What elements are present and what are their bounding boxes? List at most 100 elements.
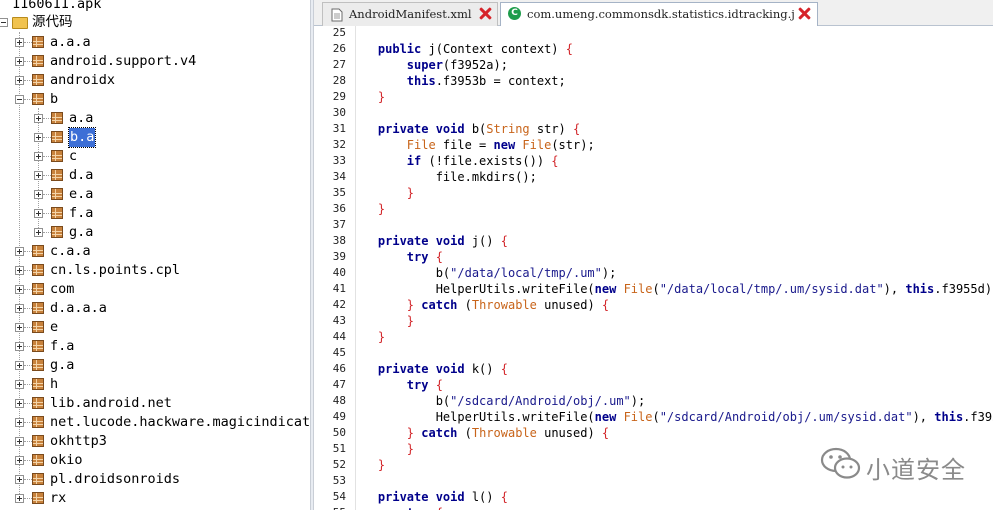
package-icon — [32, 321, 44, 333]
code-line[interactable]: } — [349, 441, 414, 457]
wechat-icon — [820, 447, 861, 479]
expand-toggle[interactable] — [15, 494, 24, 503]
close-tab-icon[interactable] — [798, 7, 811, 20]
expand-toggle[interactable] — [34, 228, 43, 237]
line-number: 50 — [332, 426, 346, 439]
code-line[interactable]: } — [349, 457, 385, 473]
line-number: 37 — [332, 218, 346, 231]
expand-toggle[interactable] — [15, 399, 24, 408]
code-line[interactable]: File file = new File(str); — [349, 137, 595, 153]
package-label: rx — [50, 490, 67, 506]
package-icon — [51, 150, 63, 162]
tree-connector — [24, 308, 32, 309]
code-line[interactable]: private void l() { — [349, 489, 508, 505]
code-line[interactable]: HelperUtils.writeFile(new File("/sdcard/… — [349, 409, 993, 425]
code-line[interactable]: b("/sdcard/Android/obj/.um"); — [349, 393, 646, 409]
code-line[interactable]: HelperUtils.writeFile(new File("/data/lo… — [349, 281, 993, 297]
watermark-text: 小道安全 — [866, 456, 966, 484]
expand-toggle[interactable] — [15, 380, 24, 389]
line-number: 49 — [332, 410, 346, 423]
expand-toggle[interactable] — [15, 456, 24, 465]
package-icon — [32, 378, 44, 390]
expand-toggle[interactable] — [15, 361, 24, 370]
package-label: okio — [50, 452, 83, 468]
expand-toggle[interactable] — [15, 247, 24, 256]
expand-toggle[interactable] — [15, 76, 24, 85]
code-line[interactable]: } — [349, 89, 385, 105]
tab-label: com.umeng.commonsdk.statistics.idtrackin… — [527, 7, 795, 21]
expand-toggle[interactable] — [34, 114, 43, 123]
package-label: f.a — [69, 205, 94, 221]
package-label: b.a — [67, 127, 97, 148]
file-icon — [331, 8, 343, 22]
tree-connector — [24, 99, 32, 100]
code-line[interactable]: private void k() { — [349, 361, 508, 377]
package-icon — [51, 131, 63, 143]
expand-toggle[interactable] — [34, 209, 43, 218]
expand-toggle[interactable] — [34, 171, 43, 180]
line-number: 39 — [332, 250, 346, 263]
code-line[interactable]: } — [349, 185, 414, 201]
code-line[interactable]: try { — [349, 505, 443, 510]
line-number: 51 — [332, 442, 346, 455]
expand-toggle[interactable] — [15, 304, 24, 313]
package-label: g.a — [50, 357, 75, 373]
code-line[interactable]: private void b(String str) { — [349, 121, 580, 137]
expand-toggle[interactable] — [34, 133, 43, 142]
expand-toggle[interactable] — [15, 437, 24, 446]
line-number: 53 — [332, 474, 346, 487]
pane-splitter[interactable] — [310, 0, 314, 510]
code-line[interactable]: this.f3953b = context; — [349, 73, 566, 89]
collapse-toggle[interactable] — [15, 95, 24, 104]
code-line[interactable]: b("/data/local/tmp/.um"); — [349, 265, 617, 281]
tree-connector — [24, 460, 32, 461]
package-label: e.a — [69, 186, 94, 202]
code-line[interactable]: } — [349, 313, 414, 329]
package-label: d.a.a.a — [50, 300, 107, 316]
package-label: androidx — [50, 72, 116, 88]
package-icon — [51, 207, 63, 219]
line-number: 34 — [332, 170, 346, 183]
line-number: 47 — [332, 378, 346, 391]
code-line[interactable]: try { — [349, 249, 443, 265]
line-number: 44 — [332, 330, 346, 343]
code-line[interactable]: } — [349, 201, 385, 217]
expand-toggle[interactable] — [15, 418, 24, 427]
expand-toggle[interactable] — [34, 190, 43, 199]
code-line[interactable]: } catch (Throwable unused) { — [349, 425, 609, 441]
expand-toggle[interactable] — [15, 266, 24, 275]
expand-toggle[interactable] — [34, 152, 43, 161]
code-editor[interactable]: 25 26 27 28 29 30 31 32 33 34 35 36 37 38 39 40 41 42 43 44… — [319, 26, 993, 510]
tree-connector — [24, 365, 32, 366]
code-line[interactable]: super(f3952a); — [349, 57, 508, 73]
code-line[interactable]: if (!file.exists()) { — [349, 153, 559, 169]
expand-toggle[interactable] — [15, 285, 24, 294]
package-label: e — [50, 319, 59, 335]
tab-idtracking-j[interactable]: C com.umeng.commonsdk.statistics.idtrack… — [500, 2, 818, 26]
tree-connector — [24, 42, 32, 43]
code-line[interactable]: private void j() { — [349, 233, 508, 249]
expand-toggle[interactable] — [15, 342, 24, 351]
folder-open-icon — [12, 17, 28, 29]
expand-toggle[interactable] — [15, 475, 24, 484]
expand-toggle[interactable] — [15, 38, 24, 47]
apk-label: 1160611.apk — [12, 0, 102, 12]
package-label: c.a.a — [50, 243, 91, 259]
code-line[interactable]: public j(Context context) { — [349, 41, 573, 57]
tree-connector — [24, 289, 32, 290]
expand-toggle[interactable] — [15, 323, 24, 332]
tree-connector — [24, 422, 32, 423]
close-tab-icon[interactable] — [479, 7, 492, 20]
expand-toggle[interactable] — [15, 57, 24, 66]
tab-android-manifest[interactable]: AndroidManifest.xml — [322, 2, 498, 26]
code-line[interactable]: } — [349, 329, 385, 345]
code-line[interactable]: file.mkdirs(); — [349, 169, 537, 185]
code-line[interactable]: try { — [349, 377, 443, 393]
collapse-toggle[interactable] — [0, 18, 8, 27]
code-line[interactable]: } catch (Throwable unused) { — [349, 297, 609, 313]
package-icon — [32, 74, 44, 86]
watermark: 小道安全 — [820, 446, 965, 486]
tree-connector — [43, 213, 51, 214]
line-number: 38 — [332, 234, 346, 247]
tree-connector — [43, 232, 51, 233]
